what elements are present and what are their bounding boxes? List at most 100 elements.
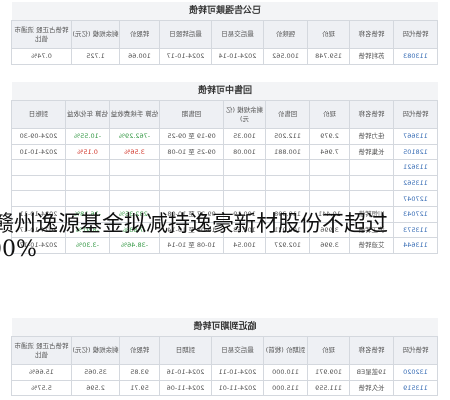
table-cell: 0.74% (11, 48, 72, 65)
table-cell: 100.35 (223, 128, 266, 145)
column-header: 到期价 (税前) (263, 336, 308, 365)
bond-code-cell[interactable]: 113621 (393, 159, 438, 176)
column-header: 转债名称 (349, 20, 394, 49)
table-cell (159, 175, 224, 191)
table-cell: 100.66 (119, 48, 160, 65)
column-header: 强赎价 (263, 20, 308, 49)
bond-name-cell[interactable]: 长集转债 (349, 144, 394, 160)
table-cell: 3.56% (109, 144, 160, 160)
table-cell (159, 190, 224, 207)
table-row: 113083 苏利转债 159.748 100.562 2024-10-14 2… (11, 48, 438, 65)
table-cell (265, 159, 310, 176)
table-cell (265, 190, 310, 207)
table-header-row: 转债代码 转债名称 现价 到期价 (税前) 最后交易日 到期日 转股价 剩余规模… (11, 336, 438, 365)
table-cell (109, 175, 160, 191)
table-row: 132020 19蓝星EB 109.971 110.000 2024-10-11 2024… (11, 364, 438, 381)
forced-redemption-table: 转债代码 转债名称 现价 强赎价 最后交易日 最后转股日 转股价 剩余规模 (亿… (11, 20, 438, 65)
table-cell: 0.15% (65, 144, 110, 160)
bond-name-cell[interactable]: 佳力转债 (349, 128, 394, 145)
bond-code-cell[interactable]: 113519 (393, 380, 438, 396)
bond-code-cell[interactable]: 132020 (393, 364, 438, 381)
table-cell (309, 190, 350, 207)
column-header: 最后交易日 (211, 336, 264, 365)
column-header: 转股价 (119, 336, 160, 365)
table-cell: 2024-10-10 (11, 144, 66, 160)
column-header: 转债代码 (393, 336, 438, 365)
column-header: 转债名称 (349, 336, 394, 365)
table-cell (223, 159, 266, 176)
bond-name-cell[interactable]: 苏利转债 (349, 48, 394, 65)
table-row: 113562 (11, 175, 438, 191)
column-header: 估算 年化收益 (65, 100, 110, 129)
section-near-maturity: 临近到期可转债 转债代码 转债名称 现价 到期价 (税前) 最后交易日 到期日 … (11, 318, 438, 396)
column-header: 剩余规模 (亿元) (223, 100, 266, 129)
section-forced-redemption: 已公告强赎可转债 转债代码 转债名称 现价 强赎价 最后交易日 最后转股日 转股… (11, 2, 438, 65)
bond-name-cell[interactable] (349, 175, 394, 191)
bond-code-cell[interactable]: 113083 (393, 48, 438, 65)
table-cell (11, 190, 66, 207)
table-row: 113519 长久转债 111.559 115.000 2024-11-01 2024-1… (11, 380, 438, 396)
table-cell: 09-25 至 10-08 (159, 144, 224, 160)
bond-name-cell[interactable] (349, 159, 394, 176)
bond-name-cell[interactable]: 长久转债 (349, 380, 394, 396)
table-cell (223, 190, 266, 207)
table-cell: 1.725 (71, 48, 120, 65)
table-cell: 2.596 (71, 380, 120, 396)
table-cell: 2.979 (309, 128, 350, 145)
column-header: 最后交易日 (211, 20, 264, 49)
table-cell: 09-19 至 09-25 (159, 128, 224, 145)
bond-code-cell[interactable]: 113562 (393, 175, 438, 191)
table-cell (65, 190, 110, 207)
headline-line-1: 赣州逸源基金拟减持逸豪新材股份不超过 (0, 212, 389, 237)
table-cell: 2024-11-06 (159, 380, 212, 396)
column-header: 到期日 (159, 336, 212, 365)
column-header: 回售价 (265, 100, 310, 129)
table-header-row: 转债代码 转债名称 现价 强赎价 最后交易日 最后转股日 转股价 剩余规模 (亿… (11, 20, 438, 49)
bond-code-cell[interactable]: 113667 (393, 128, 438, 145)
column-header: 转债占正股 流通市值比 (11, 336, 72, 365)
table-cell: 15.66% (11, 364, 72, 381)
table-header-row: 转债代码 转债名称 现价 回售价 剩余规模 (亿元) 回售期 估算 手续费收益 … (11, 100, 438, 129)
near-maturity-table: 转债代码 转债名称 现价 到期价 (税前) 最后交易日 到期日 转股价 剩余规模… (11, 336, 438, 396)
column-header: 剩余规模 (亿元) (71, 20, 120, 49)
bond-name-cell[interactable]: 19蓝星EB (349, 364, 394, 381)
column-header: 现价 (307, 20, 350, 49)
table-cell: 59.71 (119, 380, 160, 396)
table-cell: 35.065 (71, 364, 120, 381)
column-header: 现价 (309, 100, 350, 129)
table-cell: 112.205 (265, 128, 310, 145)
table-cell (11, 159, 66, 176)
table-cell: 2024-10-11 (211, 364, 264, 381)
table-cell: 100.08 (223, 144, 266, 160)
column-header: 最后转股日 (159, 20, 212, 49)
column-header: 现价 (307, 336, 350, 365)
table-cell: 2024-10-17 (159, 48, 212, 65)
column-header: 转债占正股 流通市值比 (11, 20, 72, 49)
table-cell: 100.881 (265, 144, 310, 160)
headline-line-2: 00% (0, 237, 37, 262)
table-cell: -762.29% (109, 128, 160, 145)
section-title: 临近到期可转债 (12, 318, 438, 336)
section-title: 回售中可转债 (12, 82, 438, 100)
bond-code-cell[interactable]: 128105 (393, 144, 438, 160)
column-header: 转股价 (119, 20, 160, 49)
section-title: 已公告强赎可转债 (12, 2, 438, 20)
table-cell (109, 190, 160, 207)
column-header: 转债代码 (393, 20, 438, 49)
table-cell: 2024-10-14 (211, 48, 264, 65)
column-header: 回售期 (159, 100, 224, 129)
headline-overlay: 赣州逸源基金拟减持逸豪新材股份不超过 00% (0, 212, 450, 262)
bond-name-cell[interactable] (349, 190, 394, 207)
column-header: 估算 手续费收益 (109, 100, 160, 129)
bond-code-cell[interactable]: 127047 (393, 190, 438, 207)
table-cell (159, 159, 224, 176)
table-cell: -10.55% (65, 128, 110, 145)
mirrored-screenshot: 已公告强赎可转债 转债代码 转债名称 现价 强赎价 最后交易日 最后转股日 转股… (0, 0, 450, 400)
table-cell: 115.000 (263, 380, 308, 396)
table-cell: 7.964 (309, 144, 350, 160)
table-row: 127047 (11, 190, 438, 207)
table-row: 113667 佳力转债 2.979 112.205 100.35 09-19 至 09-2… (11, 128, 438, 145)
table-cell: 93.85 (119, 364, 160, 381)
table-cell: 111.559 (307, 380, 350, 396)
table-row: 113621 (11, 159, 438, 176)
